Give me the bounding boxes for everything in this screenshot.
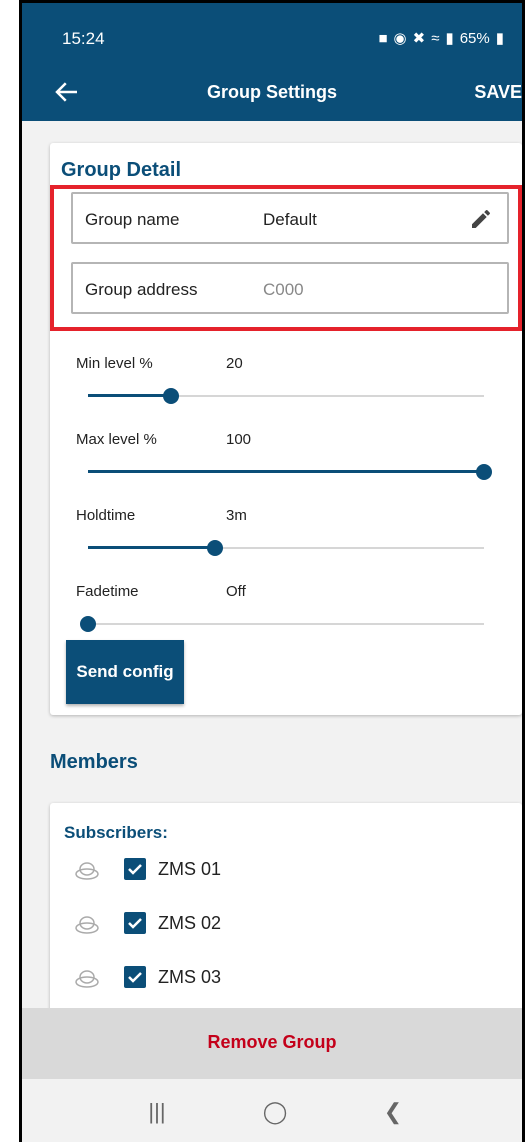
recent-apps-icon[interactable]: ||| [142, 1099, 172, 1129]
group-detail-card: Group Detail Group name Default Group ad… [50, 143, 522, 715]
slider-min-level: Min level % 20 [76, 355, 496, 425]
subscriber-label: ZMS 01 [158, 859, 222, 879]
lock-icon: ■ [378, 29, 388, 47]
battery-icon: ▮ [495, 30, 504, 47]
slider-thumb[interactable] [206, 540, 223, 556]
slider-fill [88, 394, 172, 397]
slider-track[interactable] [88, 540, 484, 556]
app-bar: Group Settings SAVE [22, 65, 522, 121]
status-time: 15:24 [62, 29, 105, 48]
checkbox[interactable] [124, 912, 146, 934]
group-name-field[interactable]: Group name Default [71, 192, 509, 244]
slider-value: 100 [226, 431, 252, 448]
remove-group-bar: Remove Group [22, 1008, 522, 1079]
phone-frame: 15:24 ■ ◉ ✖ ≈ ▮ 65% ▮ Group Settings SAV… [19, 0, 525, 1142]
slider-track[interactable] [88, 388, 484, 404]
list-item[interactable]: ZMS 01 [74, 853, 374, 887]
subscribers-title: Subscribers: [64, 823, 168, 842]
battery-level: 65% [459, 29, 490, 47]
check-icon [128, 864, 142, 875]
list-item[interactable]: ZMS 03 [74, 961, 374, 995]
slider-label: Min level % [76, 355, 153, 372]
group-address-field[interactable]: Group address C000 [71, 262, 509, 314]
group-name-label: Group name [85, 210, 180, 229]
slider-label: Max level % [76, 431, 157, 448]
remove-group-button[interactable]: Remove Group [22, 1032, 522, 1053]
check-icon [128, 918, 142, 929]
slider-label: Holdtime [76, 507, 136, 524]
slider-track[interactable] [80, 616, 484, 632]
highlight-box: Group name Default Group address C000 [50, 185, 522, 331]
alarm-icon: ◉ [393, 30, 407, 47]
slider-holdtime: Holdtime 3m [76, 507, 496, 577]
check-icon [128, 972, 142, 983]
members-title: Members [50, 751, 138, 773]
group-name-value: Default [263, 210, 317, 229]
screen: 15:24 ■ ◉ ✖ ≈ ▮ 65% ▮ Group Settings SAV… [22, 3, 522, 1142]
system-nav-bar: ||| ◯ ❮ [22, 1079, 522, 1142]
save-button[interactable]: SAVE [474, 82, 522, 103]
slider-thumb[interactable] [80, 616, 96, 632]
status-bar: 15:24 ■ ◉ ✖ ≈ ▮ 65% ▮ [22, 3, 522, 73]
slider-thumb[interactable] [476, 464, 492, 480]
slider-fill [88, 546, 215, 549]
group-address-label: Group address [85, 280, 198, 299]
slider-value: 20 [226, 355, 243, 372]
slider-max-level: Max level % 100 [76, 431, 496, 501]
slider-label: Fadetime [76, 583, 139, 600]
slider-value: 3m [226, 507, 247, 524]
back-nav-icon[interactable]: ❮ [378, 1099, 408, 1129]
signal-icon: ▮ [445, 30, 454, 47]
home-icon[interactable]: ◯ [260, 1099, 290, 1129]
page-title: Group Settings [207, 82, 337, 102]
list-item[interactable]: ZMS 02 [74, 907, 374, 941]
send-config-button[interactable]: Send config [66, 640, 184, 704]
slider-thumb[interactable] [163, 388, 180, 404]
subscriber-label: ZMS 03 [158, 967, 222, 987]
slider-fill [88, 470, 484, 473]
group-detail-title: Group Detail [61, 159, 182, 181]
slider-track[interactable] [88, 464, 492, 480]
slider-value: Off [226, 583, 246, 600]
sensor-icon [75, 916, 99, 934]
checkbox[interactable] [124, 966, 146, 988]
checkbox[interactable] [124, 858, 146, 880]
subscriber-label: ZMS 02 [158, 913, 222, 933]
group-address-value: C000 [263, 280, 304, 299]
pencil-icon[interactable] [469, 207, 493, 231]
wifi-icon: ≈ [431, 29, 440, 47]
sensor-icon [75, 862, 99, 880]
main-content: Group Detail Group name Default Group ad… [22, 121, 522, 1142]
status-icons: ■ ◉ ✖ ≈ ▮ 65% ▮ [378, 29, 504, 48]
mute-icon: ✖ [412, 30, 426, 47]
sensor-icon [75, 970, 99, 988]
